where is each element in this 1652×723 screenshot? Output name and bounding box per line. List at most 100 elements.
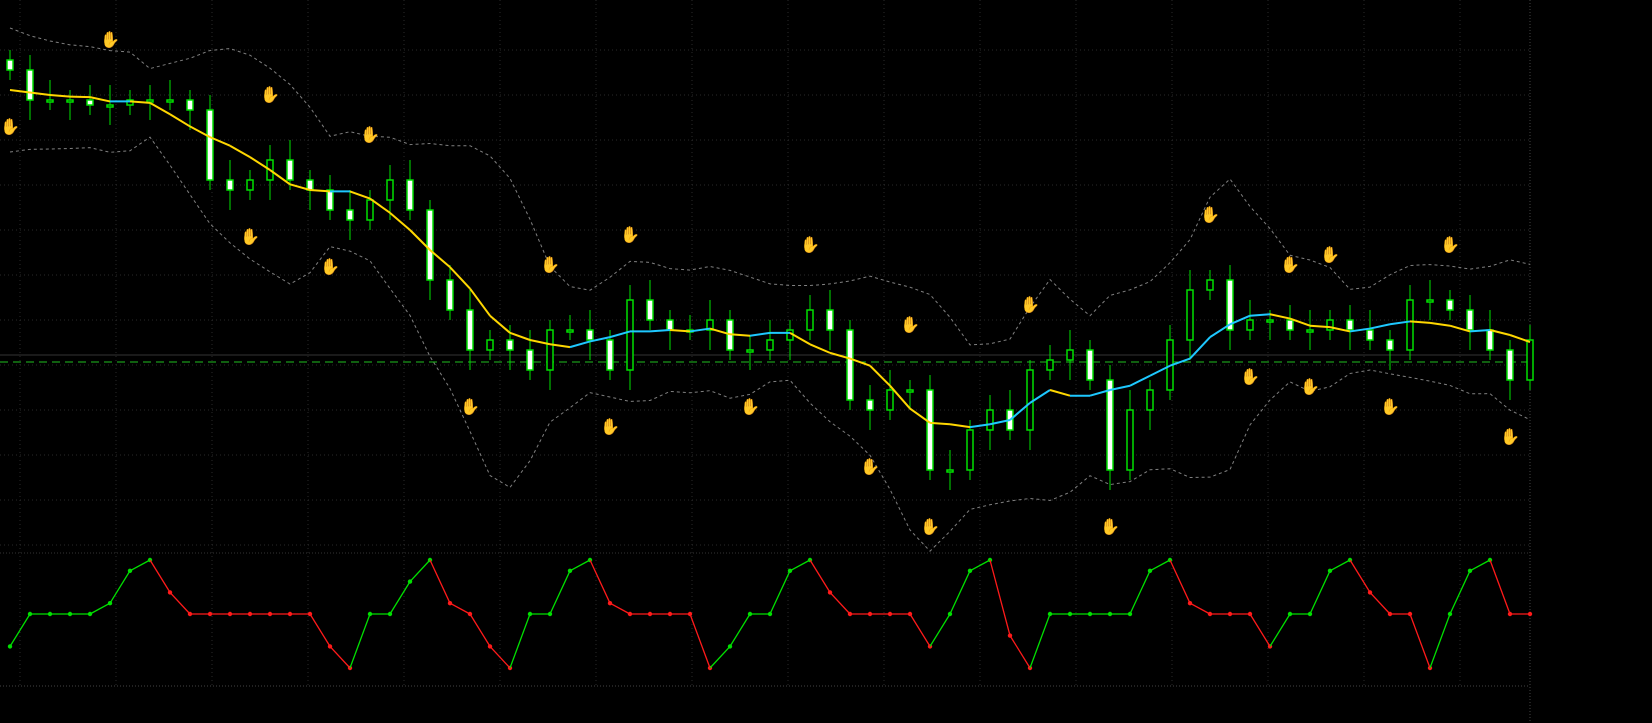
candle (246, 170, 254, 200)
candle (1106, 365, 1114, 490)
buy-hand-icon: ✋ (1380, 397, 1400, 416)
candle-body (1246, 319, 1254, 331)
ma-segment (1049, 389, 1071, 397)
ma-segment (1249, 313, 1271, 317)
candle (846, 320, 854, 410)
candle (1246, 300, 1254, 340)
candle (646, 280, 654, 330)
osc-segment (349, 613, 371, 669)
ma-segment (569, 340, 591, 349)
candle-body (606, 339, 614, 371)
osc-segment (769, 570, 791, 615)
candle-body (666, 319, 674, 331)
candle-body (106, 104, 114, 108)
candle-body (746, 349, 754, 353)
buy-hand-icon: ✋ (460, 397, 480, 416)
oscillator (7, 557, 1533, 671)
candle-body (506, 339, 514, 351)
candle (406, 160, 414, 220)
osc-segment (1009, 635, 1031, 669)
candle-body (1066, 349, 1074, 361)
osc-segment (709, 645, 731, 669)
candle-body (146, 99, 154, 103)
candle (866, 385, 874, 430)
osc-segment (1309, 570, 1331, 615)
candle (1086, 340, 1094, 390)
ma-segment (649, 329, 671, 333)
candle-body (1306, 329, 1314, 333)
candle-body (246, 179, 254, 191)
candle (106, 85, 114, 125)
ma-segment (489, 314, 511, 334)
candle-body (846, 329, 854, 401)
candle-body (86, 99, 94, 106)
candle-body (1346, 319, 1354, 331)
candle (1446, 290, 1454, 320)
candle (1306, 310, 1314, 350)
ma-segment (149, 101, 171, 116)
osc-segment (389, 581, 411, 615)
ma-segment (729, 333, 751, 337)
osc-segment (1449, 570, 1471, 615)
candle-body (286, 159, 294, 181)
candle-body (886, 389, 894, 411)
buy-hand-icon: ✋ (0, 117, 20, 136)
candle (1346, 305, 1354, 350)
candle (586, 310, 594, 360)
candle (366, 190, 374, 230)
candle (1366, 310, 1374, 350)
candle-body (906, 389, 914, 393)
osc-segment (1429, 613, 1451, 669)
buy-hand-icon: ✋ (1240, 367, 1260, 386)
candle (526, 330, 534, 380)
candle-body (1466, 309, 1474, 331)
osc-segment (9, 613, 31, 647)
buy-hand-icon: ✋ (320, 257, 340, 276)
candle-body (166, 99, 174, 103)
sell-hand-icon: ✋ (100, 30, 120, 49)
candle (1466, 295, 1474, 350)
osc-segment (1349, 559, 1371, 593)
osc-segment (509, 613, 531, 669)
candle-body (206, 109, 214, 181)
candle-body (446, 279, 454, 311)
candle-body (546, 329, 554, 371)
candle (946, 450, 954, 490)
candle-body (806, 309, 814, 331)
buy-hand-icon: ✋ (740, 397, 760, 416)
osc-segment (409, 559, 431, 583)
buy-hand-icon: ✋ (1100, 517, 1120, 536)
candle (1286, 305, 1294, 340)
candle-body (1446, 299, 1454, 311)
ma-segment (869, 365, 891, 387)
candle-body (1106, 379, 1114, 471)
ma-segment (749, 331, 771, 337)
osc-segment (1489, 559, 1511, 615)
candle (1486, 310, 1494, 360)
ma-segment (689, 327, 711, 333)
sell-hand-icon: ✋ (1320, 245, 1340, 264)
candle-body (426, 209, 434, 281)
candle-body (1206, 279, 1214, 291)
ma-segment (229, 144, 251, 159)
candle (566, 315, 574, 340)
bollinger-bands (9, 27, 1531, 552)
ma-segment (1129, 374, 1151, 387)
osc-segment (89, 602, 111, 615)
candle-body (66, 99, 74, 103)
candle (86, 85, 94, 115)
candle-body (486, 339, 494, 351)
candle-body (1046, 359, 1054, 371)
candle (926, 375, 934, 480)
candle (626, 285, 634, 390)
ma-segment (1429, 321, 1451, 327)
sell-hand-icon: ✋ (800, 235, 820, 254)
candle-body (406, 179, 414, 211)
candle-body (1366, 329, 1374, 341)
osc-segment (829, 591, 851, 615)
osc-segment (469, 613, 491, 647)
candle (1426, 280, 1434, 320)
candle-body (1486, 329, 1494, 351)
candle-body (366, 199, 374, 221)
candle-body (326, 189, 334, 211)
